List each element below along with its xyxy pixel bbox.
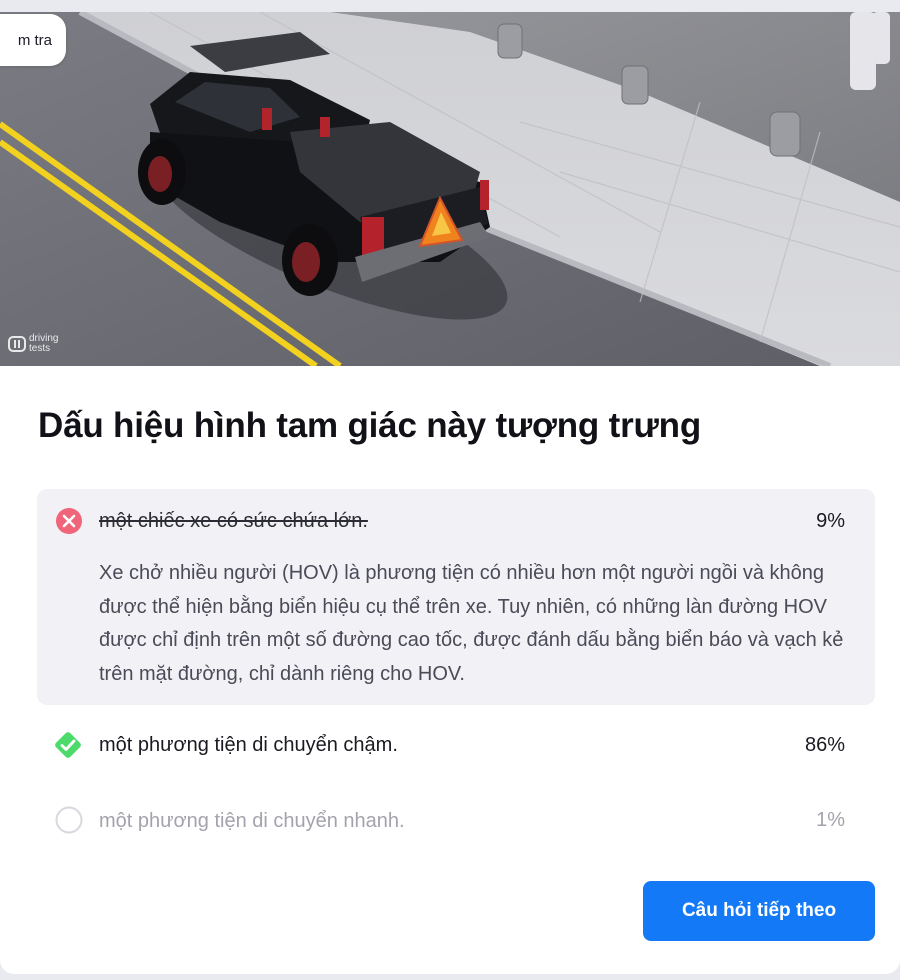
answer-option-1-percent: 9% (816, 510, 845, 532)
answer-option-3[interactable]: một phương tiện di chuyển nhanh. 1% (0, 801, 900, 841)
answer-option-1-label: một chiếc xe có sức chứa lớn. (99, 510, 368, 532)
tab-chip-label: m tra (17, 31, 52, 49)
answer-explanation: Xe chở nhiều người (HOV) là phương tiện … (99, 562, 844, 685)
answer-option-2[interactable]: một phương tiện di chuyển chậm. 86% (0, 726, 900, 766)
answer-option-1[interactable]: một chiếc xe có sức chứa lớn. 9% (0, 501, 900, 541)
question-card: m tra driving tests Dấu hiệu hình tam gi… (0, 12, 900, 974)
check-diamond-icon (55, 732, 81, 758)
answer-option-2-label: một phương tiện di chuyển chậm. (99, 734, 398, 756)
answer-option-3-label: một phương tiện di chuyển nhanh. (99, 810, 405, 832)
driving-tests-logo-icon (8, 336, 26, 352)
x-circle-icon (56, 508, 82, 534)
answer-option-2-percent: 86% (804, 734, 845, 756)
question-title: Dấu hiệu hình tam giác này tượng trưng (38, 406, 702, 445)
watermark: driving tests (8, 334, 58, 354)
tab-chip[interactable]: m tra (0, 14, 66, 66)
empty-circle-icon (55, 806, 83, 834)
watermark-line-2: tests (29, 343, 51, 354)
question-image: m tra driving tests (0, 12, 900, 366)
next-question-button[interactable]: Câu hỏi tiếp theo (643, 881, 875, 941)
answer-option-3-percent: 1% (816, 809, 845, 831)
